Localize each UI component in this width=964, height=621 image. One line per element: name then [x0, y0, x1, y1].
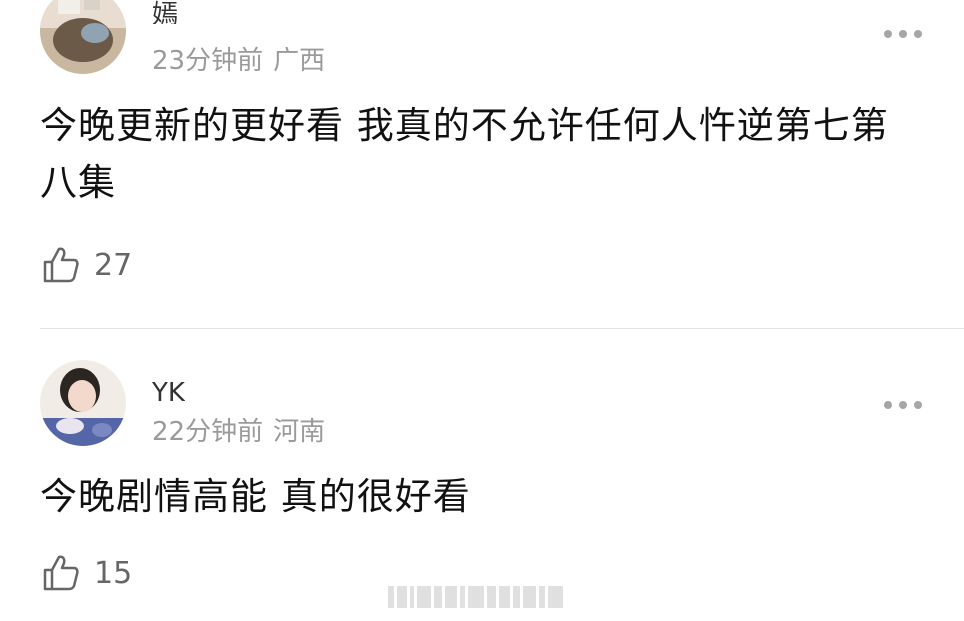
username[interactable]: YK — [152, 378, 185, 402]
like-count: 15 — [94, 556, 133, 591]
comment-location: 河南 — [273, 417, 326, 447]
comment-meta: 23分钟前 广西 — [152, 46, 325, 76]
watermark — [388, 586, 576, 612]
thumbs-up-icon — [42, 245, 80, 287]
more-dots-icon[interactable] — [884, 399, 924, 411]
comment-time: 22分钟前 — [152, 417, 264, 447]
like-button[interactable]: 15 — [42, 554, 132, 594]
like-count: 27 — [94, 248, 133, 283]
comment-time: 23分钟前 — [152, 46, 264, 76]
divider — [40, 328, 964, 329]
comment-text: 今晚更新的更好看 我真的不允许任何人忤逆第七第八集 — [40, 104, 889, 204]
more-dots-icon[interactable] — [884, 28, 924, 40]
avatar[interactable] — [40, 0, 126, 74]
comment-meta: 22分钟前 河南 — [152, 417, 325, 447]
username[interactable]: 嫣 — [152, 0, 178, 24]
like-button[interactable]: 27 — [42, 246, 132, 286]
avatar[interactable] — [40, 360, 126, 446]
comment-text: 今晚剧情高能 真的很好看 — [40, 475, 471, 518]
thumbs-up-icon — [42, 553, 80, 595]
comment-location: 广西 — [273, 46, 326, 76]
